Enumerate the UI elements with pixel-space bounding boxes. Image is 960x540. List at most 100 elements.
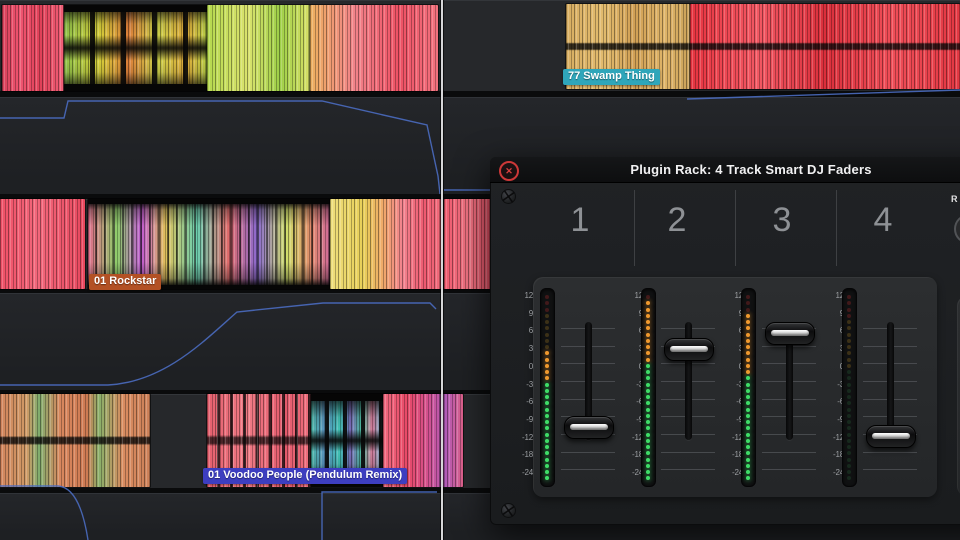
led: [847, 314, 851, 318]
audio-clip[interactable]: [64, 5, 207, 91]
led: [746, 308, 750, 312]
led: [545, 439, 549, 443]
led: [847, 339, 851, 343]
led: [847, 464, 851, 468]
led: [746, 408, 750, 412]
led: [545, 326, 549, 330]
led: [646, 364, 650, 368]
channel-number: 4: [874, 203, 893, 237]
led: [545, 320, 549, 324]
db-scale-label: 6: [611, 326, 643, 336]
led: [847, 320, 851, 324]
led: [746, 464, 750, 468]
led: [646, 420, 650, 424]
db-scale-label: 9: [711, 309, 743, 319]
led: [847, 420, 851, 424]
led: [847, 358, 851, 362]
led: [646, 476, 650, 480]
led: [646, 389, 650, 393]
fader-tick: [863, 452, 917, 453]
db-scale-label: -12: [711, 433, 743, 443]
audio-clip[interactable]: [444, 199, 494, 289]
led: [746, 451, 750, 455]
db-scale-label: -18: [812, 450, 844, 460]
db-scale-label: -24: [812, 468, 844, 478]
db-scale-label: 12: [501, 291, 533, 301]
db-scale-label: -18: [501, 450, 533, 460]
led: [646, 458, 650, 462]
playhead[interactable]: [441, 0, 443, 540]
db-scale-label: 12: [711, 291, 743, 301]
clip-label: 01 Voodoo People (Pendulum Remix): [203, 468, 407, 484]
audio-clip[interactable]: [0, 199, 85, 289]
db-scale-label: -18: [611, 450, 643, 460]
led: [847, 351, 851, 355]
db-scale-label: 0: [812, 362, 844, 372]
led: [545, 408, 549, 412]
led-meter: [641, 288, 656, 487]
plugin-rack-window: Plugin Rack: 4 Track Smart DJ Faders ✕ R…: [490, 157, 960, 525]
led: [847, 345, 851, 349]
db-scale-label: -3: [501, 380, 533, 390]
led: [545, 383, 549, 387]
led: [746, 345, 750, 349]
led: [545, 333, 549, 337]
db-scale-label: 3: [812, 344, 844, 354]
fader-handle-2[interactable]: [664, 338, 714, 361]
led: [746, 445, 750, 449]
led: [646, 308, 650, 312]
db-scale-label: -3: [812, 380, 844, 390]
audio-clip[interactable]: [0, 394, 150, 487]
led: [746, 301, 750, 305]
led: [646, 339, 650, 343]
led: [847, 408, 851, 412]
channel-divider: [735, 190, 736, 266]
fader-handle-3[interactable]: [765, 322, 815, 345]
led: [746, 470, 750, 474]
db-scale-label: -12: [812, 433, 844, 443]
led: [545, 345, 549, 349]
led: [545, 370, 549, 374]
led: [646, 414, 650, 418]
waveform-axis: [690, 4, 960, 89]
led: [545, 395, 549, 399]
fader-board: 1129630-3-6-9-12-18-242129630-3-6-9-12-1…: [490, 157, 960, 525]
led: [646, 451, 650, 455]
fader-handle-4[interactable]: [866, 425, 916, 448]
led: [646, 401, 650, 405]
db-scale-label: -3: [711, 380, 743, 390]
led: [646, 326, 650, 330]
arrangement-view: 77 Swamp Thing 01 Rockstar 01 Voodoo Peo…: [0, 0, 960, 540]
audio-clip[interactable]: [690, 4, 960, 89]
audio-clip[interactable]: [2, 5, 64, 91]
fader-tick: [661, 469, 715, 470]
db-scale-label: 6: [711, 326, 743, 336]
led: [746, 383, 750, 387]
db-scale-label: 3: [611, 344, 643, 354]
db-scale-label: 9: [812, 309, 844, 319]
waveform-axis: [0, 394, 150, 487]
led: [746, 420, 750, 424]
fader-tick: [561, 469, 615, 470]
led: [746, 376, 750, 380]
led: [545, 464, 549, 468]
led: [545, 389, 549, 393]
led: [646, 470, 650, 474]
fader-handle-1[interactable]: [564, 416, 614, 439]
led-meter: [741, 288, 756, 487]
fader-tick: [762, 452, 816, 453]
led: [545, 301, 549, 305]
led: [646, 433, 650, 437]
fader-track-4[interactable]: [887, 322, 894, 440]
audio-clip[interactable]: [330, 199, 441, 289]
led: [545, 420, 549, 424]
led: [545, 339, 549, 343]
led: [746, 364, 750, 368]
db-scale-label: 12: [611, 291, 643, 301]
led: [545, 470, 549, 474]
audio-clip[interactable]: [207, 5, 310, 91]
led: [847, 426, 851, 430]
led: [746, 326, 750, 330]
led: [847, 451, 851, 455]
audio-clip[interactable]: [310, 5, 438, 91]
